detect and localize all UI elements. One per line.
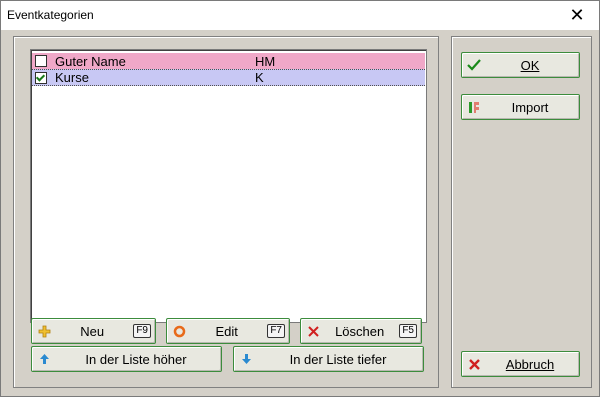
delete-button-key: F5 (399, 324, 417, 338)
row-checkbox[interactable] (35, 71, 47, 84)
import-button-label: Import (511, 99, 549, 115)
edit-button-label: Edit (215, 323, 238, 339)
x-icon (306, 324, 320, 338)
new-button-key: F9 (133, 324, 151, 338)
ok-button[interactable]: OK (461, 52, 580, 78)
category-name: Kurse (55, 70, 89, 85)
move-down-label: In der Liste tiefer (289, 351, 387, 367)
close-icon[interactable]: ✕ (555, 1, 599, 30)
ring-icon (172, 324, 186, 338)
cancel-button-label: Abbruch (505, 356, 555, 372)
checkmark-icon (467, 58, 481, 72)
move-up-button[interactable]: In der Liste höher (31, 346, 222, 372)
category-code: K (255, 70, 264, 85)
edit-button-key: F7 (267, 324, 285, 338)
window-title: Eventkategorien (7, 8, 94, 22)
cancel-button[interactable]: Abbruch (461, 351, 580, 377)
row-checkbox[interactable] (35, 55, 47, 67)
move-down-button[interactable]: In der Liste tiefer (233, 346, 424, 372)
category-code: HM (255, 53, 276, 69)
list-item[interactable]: Kurse K (32, 69, 425, 86)
dialog-window: Eventkategorien ✕ Guter Name HM Kurse K … (0, 0, 600, 397)
arrow-down-icon (239, 352, 253, 366)
delete-button-label: Löschen (335, 323, 385, 339)
import-button[interactable]: Import (461, 94, 580, 120)
x-icon (467, 357, 481, 371)
arrow-up-icon (37, 352, 51, 366)
list-item[interactable]: Guter Name HM (32, 53, 425, 69)
ok-button-label: OK (520, 57, 540, 73)
new-button-label: Neu (80, 323, 105, 339)
list-panel: Guter Name HM Kurse K Neu F9 Edit F7 Lös… (13, 36, 439, 388)
move-up-label: In der Liste höher (85, 351, 187, 367)
new-button[interactable]: Neu F9 (31, 318, 156, 344)
import-icon (467, 100, 481, 114)
delete-button[interactable]: Löschen F5 (300, 318, 422, 344)
category-name: Guter Name (55, 53, 126, 69)
action-panel: OK Import Abbruch (451, 36, 592, 388)
plus-icon (37, 324, 51, 338)
edit-button[interactable]: Edit F7 (166, 318, 290, 344)
title-bar[interactable]: Eventkategorien ✕ (1, 1, 599, 30)
category-list[interactable]: Guter Name HM Kurse K (30, 49, 427, 323)
